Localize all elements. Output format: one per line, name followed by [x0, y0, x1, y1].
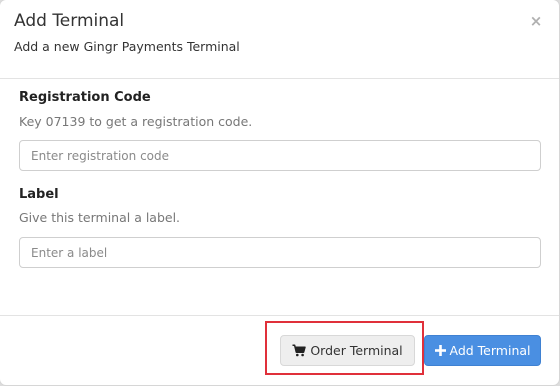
- terminal-label-help: Give this terminal a label.: [19, 210, 181, 225]
- add-terminal-label: Add Terminal: [449, 343, 531, 358]
- add-terminal-button[interactable]: Add Terminal: [424, 335, 541, 366]
- order-terminal-label: Order Terminal: [310, 343, 403, 358]
- terminal-label-label: Label: [19, 187, 59, 202]
- close-icon[interactable]: ×: [529, 12, 543, 30]
- shopping-cart-icon: [292, 344, 307, 357]
- registration-code-label: Registration Code: [19, 90, 151, 105]
- registration-code-input[interactable]: [19, 140, 541, 171]
- modal-subtitle: Add a new Gingr Payments Terminal: [14, 39, 240, 54]
- modal-header: Add Terminal Add a new Gingr Payments Te…: [0, 0, 559, 79]
- terminal-label-input[interactable]: [19, 237, 541, 268]
- modal-title: Add Terminal: [14, 11, 125, 31]
- order-terminal-button[interactable]: Order Terminal: [280, 335, 415, 366]
- registration-code-help: Key 07139 to get a registration code.: [19, 114, 253, 129]
- plus-icon: [434, 345, 446, 356]
